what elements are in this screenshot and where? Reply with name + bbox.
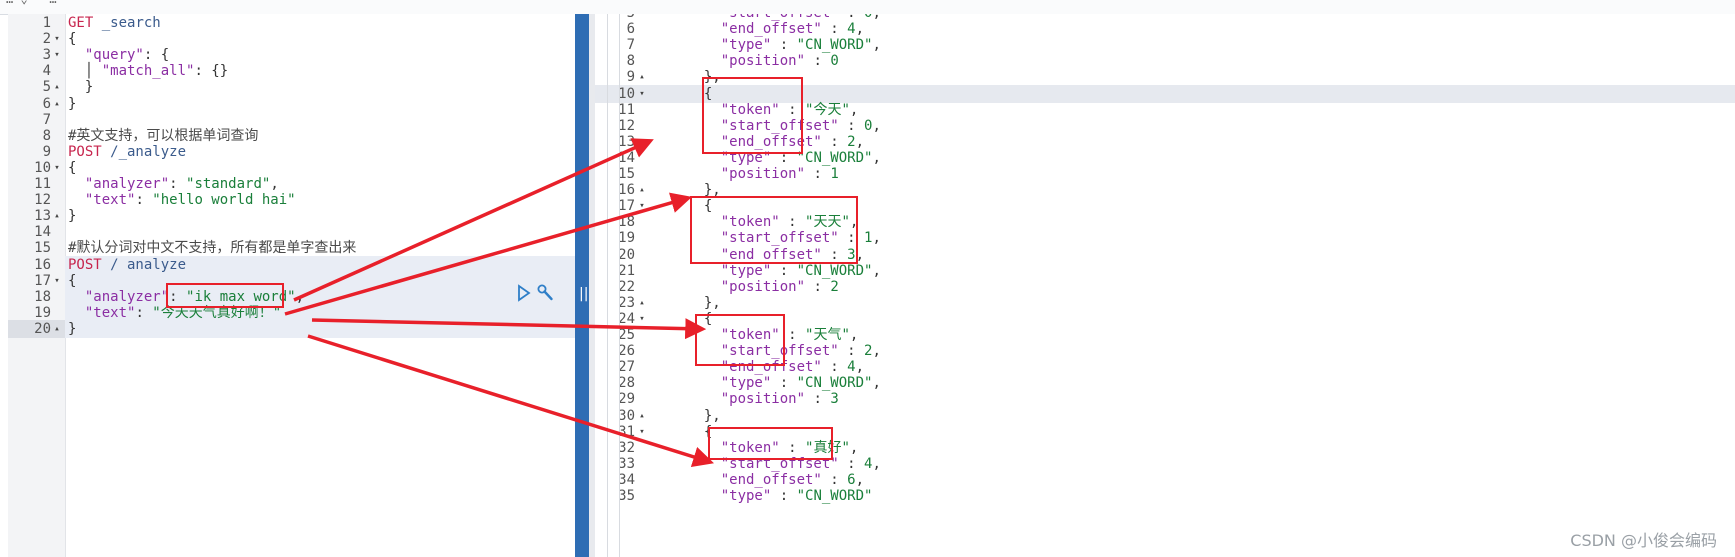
arrow-3 [311, 318, 707, 340]
annotation-arrows [284, 138, 715, 467]
watermark: CSDN @小俊会编码 [1570, 531, 1717, 550]
arrow-1 [293, 138, 654, 302]
arrow-4 [307, 334, 715, 467]
